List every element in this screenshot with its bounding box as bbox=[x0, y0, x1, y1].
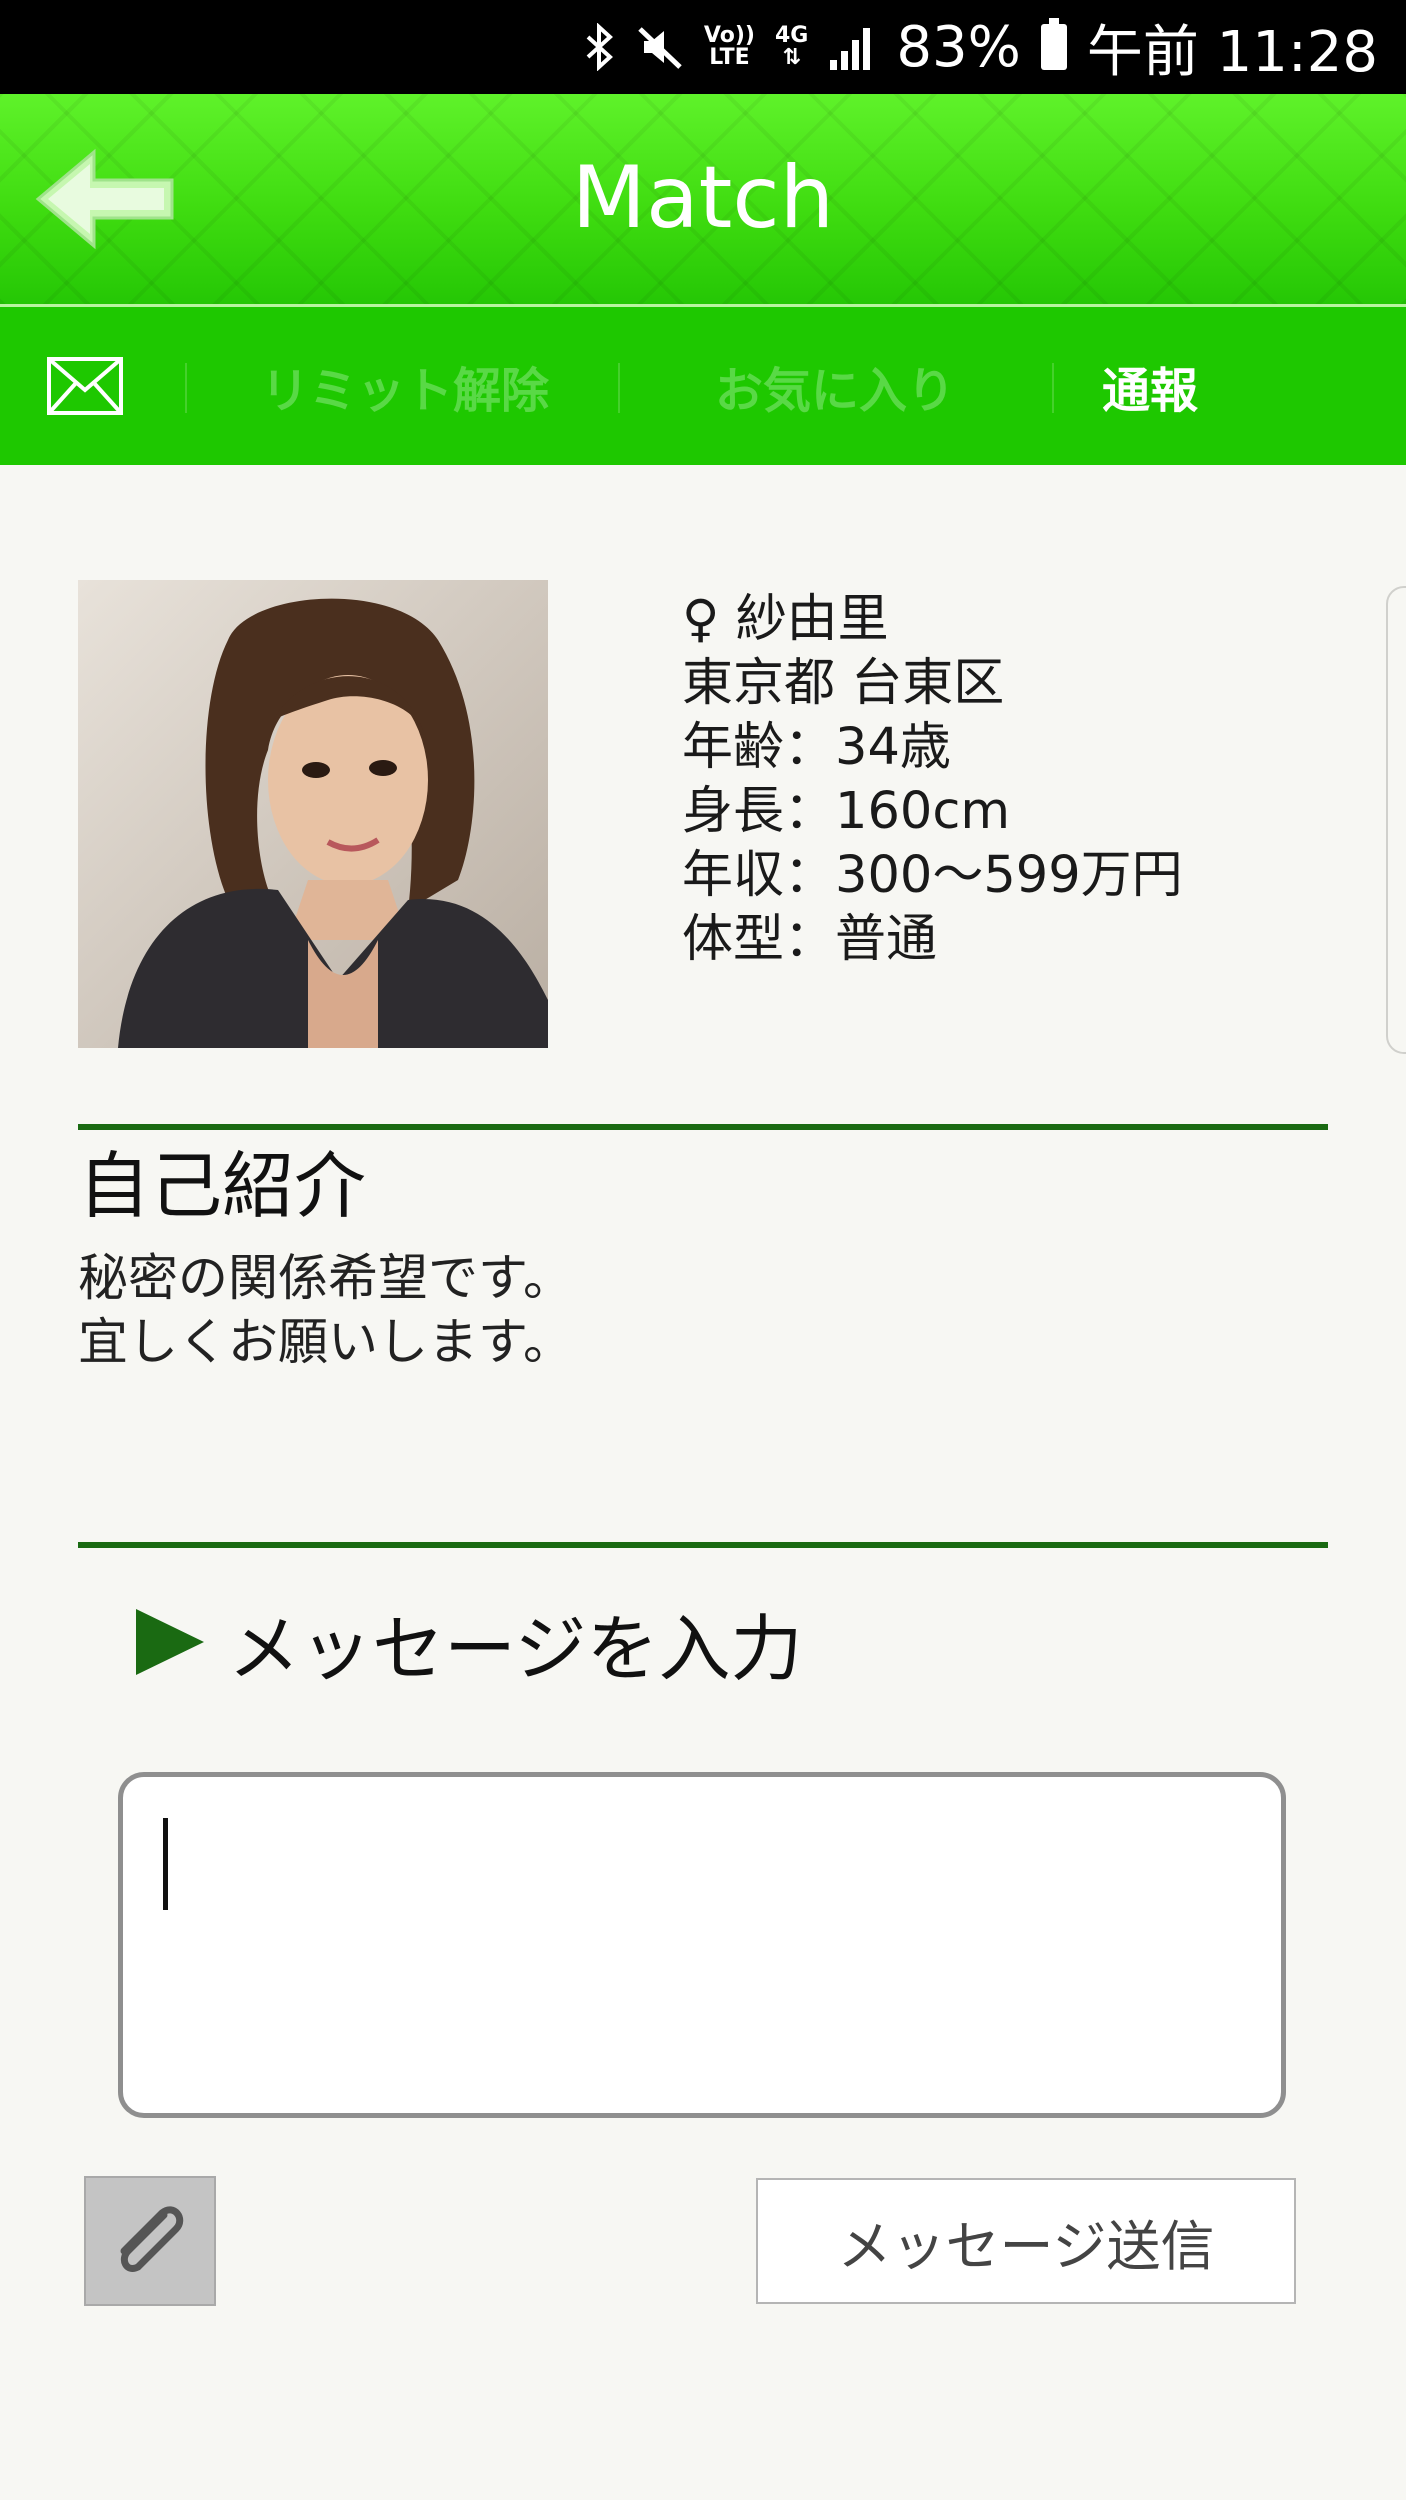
signal-icon bbox=[828, 24, 876, 70]
profile-info: ♀ 紗由里 東京都 台東区 年齢：34歳 身長：160cm 年収：300～599… bbox=[682, 588, 1183, 972]
message-heading-label: メッセージを入力 bbox=[228, 1606, 803, 1691]
female-icon: ♀ bbox=[682, 590, 720, 649]
mail-button[interactable] bbox=[20, 307, 150, 465]
4g-icon: 4G ⇅ bbox=[775, 25, 808, 69]
message-input[interactable] bbox=[118, 1772, 1286, 2118]
volte-top: Vo)) bbox=[703, 23, 755, 48]
action-separator bbox=[618, 363, 620, 413]
profile-location: 東京都 台東区 bbox=[682, 654, 1005, 713]
text-cursor bbox=[163, 1818, 168, 1910]
intro-title: 自己紹介 bbox=[78, 1144, 367, 1228]
network-type: 4G bbox=[774, 23, 809, 48]
profile-body-type: 体型：普通 bbox=[682, 910, 938, 969]
profile-name-row: ♀ 紗由里 bbox=[682, 588, 1183, 652]
favorite-button[interactable]: お気に入り bbox=[625, 307, 1045, 465]
section-divider bbox=[78, 1124, 1328, 1130]
action-separator bbox=[185, 363, 187, 413]
intro-body: 秘密の関係希望です。 宜しくお願いします。 bbox=[78, 1249, 573, 1371]
action-separator bbox=[1052, 363, 1054, 413]
battery-percent: 83% bbox=[896, 14, 1021, 80]
triangle-bullet-icon bbox=[136, 1609, 204, 1675]
mute-icon bbox=[636, 23, 684, 71]
section-divider bbox=[78, 1542, 1328, 1548]
attach-button[interactable] bbox=[84, 2176, 216, 2306]
status-bar: Vo)) LTE 4G ⇅ 83% 午前 11:28 bbox=[0, 0, 1406, 94]
envelope-icon bbox=[47, 357, 123, 415]
profile-photo[interactable] bbox=[78, 580, 548, 1048]
status-icons: Vo)) LTE 4G ⇅ 83% 午前 11:28 bbox=[584, 0, 1378, 94]
limit-release-button[interactable]: リミット解除 bbox=[195, 307, 615, 465]
clock: 午前 11:28 bbox=[1086, 19, 1378, 85]
volte-icon: Vo)) LTE bbox=[704, 25, 755, 69]
side-panel-handle[interactable] bbox=[1386, 586, 1406, 1054]
battery-icon bbox=[1040, 18, 1067, 70]
bluetooth-icon bbox=[584, 23, 616, 71]
send-message-button[interactable]: メッセージ送信 bbox=[756, 2178, 1296, 2304]
message-heading: メッセージを入力 bbox=[136, 1600, 803, 1691]
profile-income: 年収：300～599万円 bbox=[682, 846, 1183, 905]
paperclip-icon bbox=[120, 2206, 184, 2272]
profile-name: 紗由里 bbox=[735, 590, 889, 649]
app-header: Match bbox=[0, 94, 1406, 307]
action-bar: リミット解除 お気に入り 通報 bbox=[0, 307, 1406, 465]
volte-bottom: LTE bbox=[709, 45, 750, 70]
profile-age: 年齢：34歳 bbox=[682, 718, 951, 777]
report-button[interactable]: 通報 bbox=[1060, 307, 1240, 465]
profile-height: 身長：160cm bbox=[682, 782, 1011, 841]
data-arrows: ⇅ bbox=[782, 45, 801, 70]
page-title: Match bbox=[571, 148, 835, 248]
